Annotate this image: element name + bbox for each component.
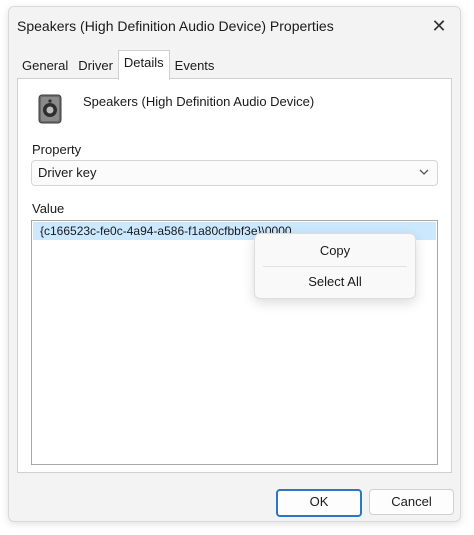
tab-driver[interactable]: Driver bbox=[73, 53, 118, 79]
cancel-button[interactable]: Cancel bbox=[369, 489, 454, 515]
tab-general[interactable]: General bbox=[17, 53, 73, 79]
property-dropdown[interactable]: Driver key bbox=[31, 160, 438, 186]
tab-events[interactable]: Events bbox=[170, 53, 220, 79]
device-name: Speakers (High Definition Audio Device) bbox=[83, 94, 315, 109]
menu-item-copy[interactable]: Copy bbox=[255, 237, 415, 265]
menu-divider bbox=[263, 266, 407, 267]
window-title: Speakers (High Definition Audio Device) … bbox=[17, 18, 334, 34]
ok-button[interactable]: OK bbox=[276, 489, 362, 517]
chevron-down-icon bbox=[417, 165, 431, 184]
property-label: Property bbox=[32, 142, 82, 157]
title-bar: Speakers (High Definition Audio Device) … bbox=[9, 7, 460, 45]
property-selected-value: Driver key bbox=[38, 165, 97, 180]
close-icon: ✕ bbox=[431, 15, 447, 36]
close-button[interactable]: ✕ bbox=[424, 11, 454, 41]
speaker-icon bbox=[36, 92, 66, 131]
menu-item-select-all[interactable]: Select All bbox=[255, 268, 415, 296]
properties-dialog: Speakers (High Definition Audio Device) … bbox=[8, 6, 461, 522]
tab-strip: General Driver Details Events bbox=[17, 50, 220, 80]
tab-details[interactable]: Details bbox=[117, 50, 170, 80]
context-menu: Copy Select All bbox=[254, 233, 416, 299]
value-label: Value bbox=[32, 201, 65, 216]
